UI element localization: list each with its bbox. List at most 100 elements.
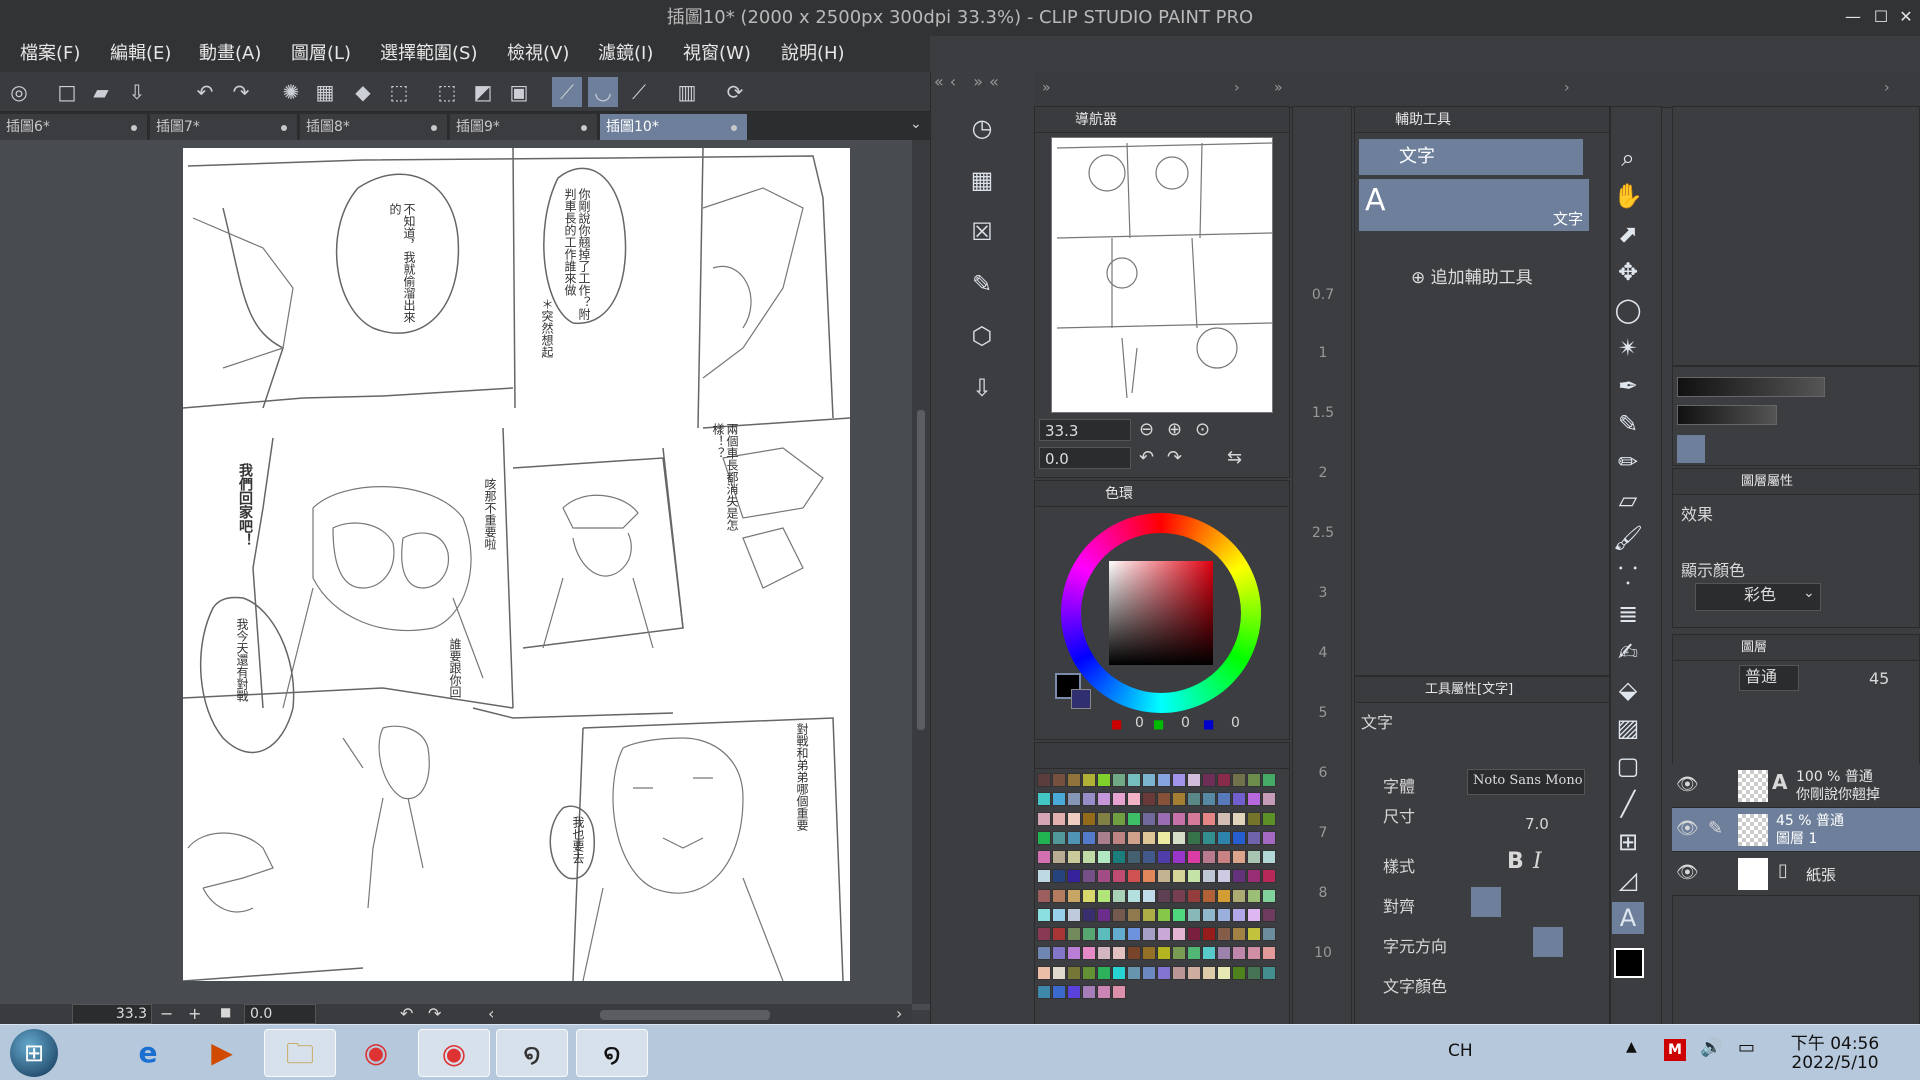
color-swatch[interactable] <box>1262 830 1276 845</box>
modified-dot-icon[interactable] <box>131 125 137 131</box>
color-swatch[interactable] <box>1217 792 1231 807</box>
fill-tool-icon[interactable]: ⬙ <box>1612 674 1644 706</box>
fit-icon[interactable]: ■ <box>220 1005 231 1019</box>
open-folder-icon[interactable]: ▰ <box>86 77 116 107</box>
color-swatch[interactable] <box>1172 773 1186 787</box>
brush-size-7[interactable]: 7 <box>1301 825 1345 841</box>
zoom-tool-icon[interactable]: ⌕ <box>1612 142 1644 174</box>
brush-preview-1[interactable] <box>1677 377 1825 397</box>
color-swatch[interactable] <box>1202 830 1216 845</box>
3d-object-icon[interactable]: ⬡ <box>960 318 1004 354</box>
panel-arrow-icon[interactable]: › <box>1234 80 1240 96</box>
eyedropper-tool-icon[interactable]: ✒ <box>1612 370 1644 402</box>
color-swatch[interactable] <box>1142 811 1156 826</box>
color-swatch[interactable] <box>1142 888 1156 903</box>
color-swatch[interactable] <box>1127 850 1141 864</box>
color-swatch[interactable] <box>1112 984 1126 999</box>
color-swatch[interactable] <box>1052 946 1066 961</box>
show-selection-icon[interactable]: ▣ <box>504 77 534 107</box>
color-swatch[interactable] <box>1262 792 1276 807</box>
color-swatch[interactable] <box>1052 907 1066 922</box>
menu-view[interactable]: 檢視(V) <box>507 36 569 72</box>
input-language[interactable]: CH <box>1448 1041 1473 1061</box>
panel-arrow-icon[interactable]: › <box>1884 80 1890 96</box>
color-swatch[interactable] <box>1097 869 1111 884</box>
color-swatch[interactable] <box>1217 946 1231 961</box>
color-swatch[interactable] <box>1202 773 1216 787</box>
color-swatch[interactable] <box>1052 965 1066 980</box>
pen-tool-icon[interactable]: ✎ <box>1612 408 1644 440</box>
color-swatch[interactable] <box>1202 869 1216 884</box>
color-swatch[interactable] <box>1202 946 1216 961</box>
save-icon[interactable]: ⇩ <box>122 77 152 107</box>
color-swatch[interactable] <box>1067 927 1081 941</box>
color-swatch[interactable] <box>1202 927 1216 941</box>
transform-icon[interactable]: ⬚ <box>384 77 414 107</box>
smartphone-icon[interactable]: ▥ <box>672 77 702 107</box>
color-swatch[interactable] <box>1067 907 1081 922</box>
color-swatch[interactable] <box>1112 965 1126 980</box>
tab-canvas-10[interactable]: 插圖10* <box>600 114 748 140</box>
brush-size-3[interactable]: 3 <box>1301 585 1345 601</box>
close-panel-icon[interactable]: ☒ <box>960 214 1004 250</box>
navigator-preview[interactable] <box>1051 137 1273 413</box>
snap-ruler-icon[interactable]: ⟋ <box>552 77 582 107</box>
menu-edit[interactable]: 編輯(E) <box>110 36 171 72</box>
layer-row-raster[interactable]: 👁 ✎ 45 % 普通 圖層 1 <box>1672 808 1920 852</box>
brush-size-4[interactable]: 4 <box>1301 645 1345 661</box>
color-swatch[interactable] <box>1082 888 1096 903</box>
color-swatch[interactable] <box>1247 811 1261 826</box>
color-swatch[interactable] <box>1157 792 1171 807</box>
brush-size-list[interactable]: 0.7 1 1.5 2 2.5 3 4 5 6 7 8 10 <box>1301 177 1345 1017</box>
color-swatch[interactable] <box>1202 850 1216 864</box>
eye-icon[interactable]: 👁 <box>1676 818 1699 839</box>
color-swatch[interactable] <box>1172 792 1186 807</box>
color-swatch[interactable] <box>1247 965 1261 980</box>
clip-studio-paint-icon[interactable]: ໑ <box>576 1029 648 1077</box>
color-swatch[interactable] <box>1037 965 1051 980</box>
companion-icon[interactable]: ⟳ <box>720 77 750 107</box>
color-swatch[interactable] <box>1112 907 1126 922</box>
color-swatch[interactable] <box>1067 811 1081 826</box>
color-swatch[interactable] <box>1097 811 1111 826</box>
color-swatch[interactable] <box>1217 773 1231 787</box>
color-swatch[interactable] <box>1232 792 1246 807</box>
color-swatch[interactable] <box>1052 830 1066 845</box>
frame-tool-icon[interactable]: ⊞ <box>1612 826 1644 858</box>
menu-selection[interactable]: 選擇範圍(S) <box>380 36 477 72</box>
rotate-right-icon[interactable]: ↷ <box>1167 447 1182 468</box>
brush-preview-2[interactable] <box>1677 405 1777 425</box>
zoom-out-icon[interactable]: ⊖ <box>1139 419 1154 440</box>
color-swatch[interactable] <box>1157 965 1171 980</box>
color-swatch[interactable] <box>1112 888 1126 903</box>
color-swatch[interactable] <box>1187 927 1201 941</box>
color-swatch[interactable] <box>1187 811 1201 826</box>
clock-time[interactable]: 下午 04:56 <box>1780 1029 1890 1054</box>
color-swatch[interactable] <box>1262 946 1276 961</box>
color-swatch[interactable] <box>1217 927 1231 941</box>
color-swatch[interactable] <box>1202 965 1216 980</box>
color-swatch[interactable] <box>1187 946 1201 961</box>
color-swatch[interactable] <box>1082 811 1096 826</box>
color-swatch[interactable] <box>1187 850 1201 864</box>
color-swatch[interactable] <box>1247 830 1261 845</box>
color-swatch[interactable] <box>1202 792 1216 807</box>
maximize-icon[interactable]: ☐ <box>1868 4 1894 30</box>
color-swatch[interactable] <box>1142 869 1156 884</box>
font-select[interactable]: Noto Sans Mono <box>1467 769 1585 795</box>
panel-arrow-icon[interactable]: › <box>1564 80 1570 96</box>
color-swatch[interactable] <box>1052 773 1066 787</box>
blend-tool-icon[interactable]: ✍ <box>1612 636 1644 668</box>
color-swatch[interactable] <box>1097 927 1111 941</box>
color-swatch[interactable] <box>1142 927 1156 941</box>
vertical-scrollbar[interactable] <box>912 140 930 1004</box>
color-swatch[interactable] <box>1127 927 1141 941</box>
color-swatch[interactable] <box>1157 830 1171 845</box>
file-explorer-icon[interactable]: 🗀 <box>264 1029 336 1077</box>
align-top-button[interactable] <box>1471 887 1501 917</box>
size-value[interactable]: 7.0 <box>1525 815 1549 833</box>
color-swatch[interactable] <box>1127 907 1141 922</box>
color-swatch[interactable] <box>1217 907 1231 922</box>
color-swatch[interactable] <box>1232 888 1246 903</box>
panel-collapse-icon[interactable]: » <box>1274 80 1283 96</box>
